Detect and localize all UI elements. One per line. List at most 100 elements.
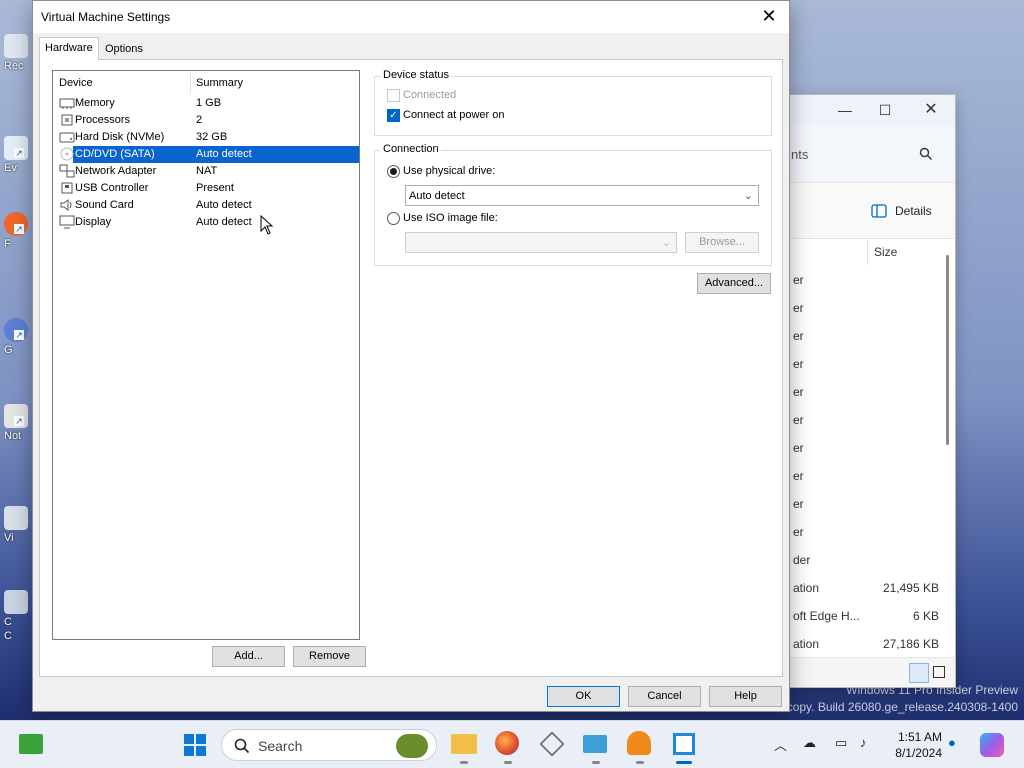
search-icon[interactable]: [919, 147, 933, 161]
file-size: 27,186 KB: [882, 637, 939, 651]
file-row[interactable]: ation 21,495 KB: [789, 575, 941, 603]
windows-start-icon[interactable]: [183, 733, 209, 759]
file-row[interactable]: er: [789, 519, 941, 547]
close-icon[interactable]: ✕: [921, 100, 941, 120]
desktop-icon-label: C: [4, 630, 12, 642]
file-row[interactable]: er: [789, 267, 941, 295]
device-row[interactable]: Hard Disk (NVMe) 32 GB: [57, 129, 359, 146]
firefox-taskbar-button[interactable]: [495, 731, 521, 764]
desktop-icon-2[interactable]: ↗ Ev: [4, 136, 30, 174]
file-row[interactable]: er: [789, 435, 941, 463]
file-row[interactable]: er: [789, 407, 941, 435]
connect-at-power-on-checkbox[interactable]: ✓: [387, 109, 400, 122]
widgets-icon[interactable]: [19, 734, 43, 754]
recycle-bin-icon: [4, 34, 28, 58]
cancel-button[interactable]: Cancel: [628, 686, 701, 707]
device-row[interactable]: Sound Card Auto detect: [57, 197, 359, 214]
minimize-icon[interactable]: —: [835, 100, 855, 120]
vmware-taskbar-button[interactable]: [671, 731, 697, 764]
file-row[interactable]: oft Edge H... 6 KB: [789, 603, 941, 631]
details-view-icon[interactable]: [909, 663, 929, 683]
iso-image-select[interactable]: ⌄: [405, 232, 677, 253]
use-iso-image-radio[interactable]: [387, 212, 400, 225]
details-button[interactable]: Details: [895, 204, 932, 218]
notification-bell-icon[interactable]: ●: [948, 735, 956, 750]
close-icon[interactable]: ✕: [755, 5, 783, 29]
physical-drive-select[interactable]: Auto detect ⌄: [405, 185, 759, 206]
tiles-view-icon[interactable]: [933, 666, 945, 678]
file-row[interactable]: er: [789, 463, 941, 491]
file-size: 6 KB: [912, 609, 939, 623]
desktop-icon-7[interactable]: C: [4, 590, 30, 628]
virtualbox-taskbar-button[interactable]: [539, 731, 565, 757]
network-icon[interactable]: ▭: [835, 735, 847, 751]
use-physical-drive-radio[interactable]: [387, 165, 400, 178]
device-row[interactable]: USB Controller Present: [57, 180, 359, 197]
copilot-icon[interactable]: [980, 733, 1004, 757]
chevron-down-icon: ⌄: [743, 190, 753, 202]
maximize-icon[interactable]: ☐: [875, 100, 895, 120]
device-list-header: Device Summary: [53, 71, 359, 95]
desktop-icon-recycle-bin[interactable]: Rec: [4, 34, 30, 72]
device-row[interactable]: CD/DVD (SATA) Auto detect: [57, 146, 359, 163]
remove-device-button[interactable]: Remove: [293, 646, 366, 667]
desktop-icon-label: Not: [4, 430, 22, 442]
browse-button[interactable]: Browse...: [685, 232, 759, 253]
file-row[interactable]: er: [789, 379, 941, 407]
details-pane-icon: [871, 204, 887, 218]
file-row[interactable]: ation 27,186 KB: [789, 631, 941, 659]
column-separator: [867, 239, 868, 265]
desktop-icon-5[interactable]: ↗ Not: [4, 404, 30, 442]
tab-options[interactable]: Options: [100, 39, 148, 61]
explorer-address-bar[interactable]: nts: [789, 125, 955, 183]
display-icon: [59, 215, 75, 229]
explorer-scrollbar[interactable]: [946, 255, 949, 445]
running-indicator: [592, 761, 600, 764]
file-explorer-taskbar-button[interactable]: [451, 731, 477, 764]
device-column-header[interactable]: Device: [59, 77, 93, 89]
clock-date: 8/1/2024: [895, 746, 942, 760]
file-name: er: [793, 441, 804, 455]
volume-icon[interactable]: ♪: [860, 735, 867, 750]
device-row[interactable]: Network Adapter NAT: [57, 163, 359, 180]
desktop-icon-6[interactable]: Vi: [4, 506, 30, 544]
summary-column-header[interactable]: Summary: [196, 77, 243, 89]
taskbar-clock[interactable]: 1:51 AM 8/1/2024: [886, 729, 942, 761]
app-taskbar-button[interactable]: [583, 731, 609, 764]
file-row[interactable]: er: [789, 295, 941, 323]
add-device-button[interactable]: Add...: [212, 646, 285, 667]
connected-checkbox[interactable]: [387, 89, 400, 102]
desktop-icon-label: F: [4, 238, 11, 250]
column-separator: [190, 73, 191, 93]
taskbar-search-box[interactable]: Search: [221, 729, 437, 761]
file-name: ation: [793, 637, 820, 651]
cloud-offline-icon[interactable]: ☁: [803, 735, 816, 751]
file-row[interactable]: er: [789, 351, 941, 379]
file-row[interactable]: er: [789, 323, 941, 351]
desktop-icon-3[interactable]: ↗ F: [4, 212, 30, 250]
size-column-header[interactable]: Size: [874, 245, 897, 259]
desktop-icon-4[interactable]: ↗ G: [4, 318, 30, 356]
device-summary: Auto detect: [196, 216, 252, 228]
help-button[interactable]: Help: [709, 686, 782, 707]
device-row[interactable]: Display Auto detect: [57, 214, 359, 231]
chevron-up-icon[interactable]: ︿: [774, 735, 787, 754]
connected-label: Connected: [403, 89, 457, 101]
vlc-taskbar-button[interactable]: [627, 731, 653, 764]
device-name: Sound Card: [75, 199, 134, 211]
device-row[interactable]: Processors 2: [57, 112, 359, 129]
device-row[interactable]: Memory 1 GB: [57, 95, 359, 112]
ok-button[interactable]: OK: [547, 686, 620, 707]
device-summary: 32 GB: [196, 131, 228, 143]
device-status-legend: Device status: [381, 69, 452, 81]
tab-hardware[interactable]: Hardware: [39, 37, 99, 60]
file-row[interactable]: der: [789, 547, 941, 575]
file-name: er: [793, 525, 804, 539]
file-row[interactable]: er: [789, 491, 941, 519]
desktop-icon-8[interactable]: C: [4, 630, 30, 642]
row-highlight: [194, 112, 359, 129]
device-list[interactable]: Device Summary Memory 1 GB Processors 2 Hard…: [52, 70, 360, 640]
taskbar: Search ︿ ☁ ▭ ♪ 1:51 AM 8/1/2024 ●: [0, 720, 1024, 768]
watermark-line: on copy. Build 26080.ge_release.240308-1…: [770, 700, 1018, 714]
advanced-button[interactable]: Advanced...: [697, 273, 771, 294]
